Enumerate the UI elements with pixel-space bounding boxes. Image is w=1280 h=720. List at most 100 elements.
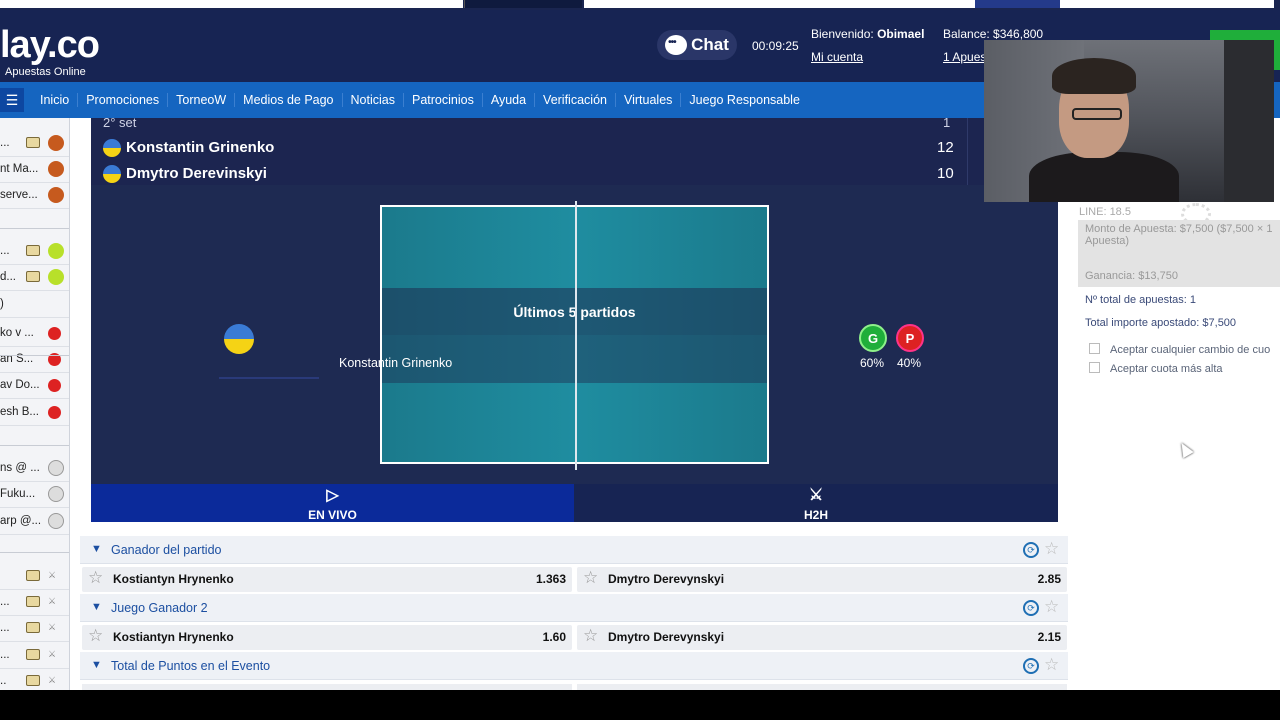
- sidebar-match-label: Fuku...: [0, 488, 36, 500]
- sidebar-match-item[interactable]: ... ⚔: [0, 616, 69, 642]
- tab-live[interactable]: ▷ EN VIVO: [91, 484, 574, 522]
- sidebar-match-label: ko v ...: [0, 327, 34, 339]
- chat-button[interactable]: Chat: [657, 30, 737, 60]
- open-bets-link[interactable]: 1 Apues: [943, 50, 986, 64]
- sidebar-match-item[interactable]: ko v ...: [0, 321, 69, 347]
- sidebar-match-item[interactable]: ...: [0, 239, 69, 265]
- star-icon[interactable]: ☆: [88, 626, 103, 646]
- star-icon[interactable]: ☆: [583, 626, 598, 646]
- sidebar-match-item[interactable]: ... ⚔: [0, 643, 69, 669]
- sidebar-match-item[interactable]: esh B...: [0, 400, 69, 426]
- nav-item-promociones[interactable]: Promociones: [78, 93, 169, 107]
- tennis-ball-icon: [48, 243, 64, 259]
- browser-tab-active[interactable]: [464, 0, 582, 8]
- sidebar-match-label: ...: [0, 596, 10, 608]
- divider: [967, 118, 968, 185]
- live-stream-icon[interactable]: [26, 622, 40, 633]
- refresh-icon[interactable]: ⟳: [1023, 600, 1039, 616]
- webcam-person: [1029, 152, 1179, 202]
- divider: [0, 355, 69, 356]
- nav-item-virtuales[interactable]: Virtuales: [616, 93, 682, 107]
- nav-item-ayuda[interactable]: Ayuda: [483, 93, 536, 107]
- versus-icon: ⚔: [48, 596, 57, 606]
- nav-item-patrocinios[interactable]: Patrocinios: [404, 93, 483, 107]
- bottom-bar: [0, 690, 1280, 720]
- balance-text: Balance: $346,800: [943, 27, 1044, 41]
- versus-icon: ⚔: [48, 675, 57, 685]
- nav-item-verificacion[interactable]: Verificación: [535, 93, 616, 107]
- sidebar-match-label: esh B...: [0, 406, 39, 418]
- star-icon[interactable]: ☆: [1044, 655, 1059, 675]
- sidebar-match-item[interactable]: av Do...: [0, 373, 69, 399]
- sidebar-match-item[interactable]: ): [0, 292, 69, 318]
- market-header[interactable]: ▼ Juego Ganador 2 ⟳ ☆: [80, 594, 1068, 622]
- nav-item-inicio[interactable]: Inicio: [24, 93, 79, 107]
- divider: [0, 445, 69, 446]
- sidebar-match-item[interactable]: ... ⚔: [0, 590, 69, 616]
- sidebar-match-item[interactable]: ⚔: [0, 564, 69, 590]
- nav-item-torneow[interactable]: TorneoW: [168, 93, 236, 107]
- odd-button[interactable]: ☆ Kostiantyn Hrynenko 1.363: [82, 567, 572, 592]
- star-icon[interactable]: ☆: [88, 568, 103, 588]
- accept-change-checkbox[interactable]: Aceptar cualquier cambio de cuo: [1089, 343, 1270, 356]
- welcome-text: Bienvenido: Obimael: [811, 27, 924, 41]
- loss-percentage: 40%: [897, 356, 922, 370]
- browser-tab[interactable]: [0, 0, 463, 8]
- checkbox-label: Aceptar cuota más alta: [1110, 363, 1223, 375]
- checkbox-icon[interactable]: [1089, 362, 1100, 373]
- checkbox-icon[interactable]: [1089, 343, 1100, 354]
- tab-label: H2H: [803, 508, 828, 522]
- sidebar-match-item[interactable]: .. ⚔: [0, 669, 69, 690]
- odd-button[interactable]: ☆ Dmytro Derevynskyi 2.85: [577, 567, 1067, 592]
- webcam-person: [1072, 108, 1122, 120]
- versus-icon: ⚔: [48, 622, 57, 632]
- odds-row: ☆ Kostiantyn Hrynenko 1.60 ☆ Dmytro Dere…: [82, 623, 1068, 651]
- sidebar-match-item[interactable]: Fuku...: [0, 482, 69, 508]
- sidebar-match-label: ...: [0, 137, 10, 149]
- live-stream-icon[interactable]: [26, 675, 40, 686]
- live-stream-icon[interactable]: [26, 596, 40, 607]
- sidebar-match-item[interactable]: ns @ ...: [0, 456, 69, 482]
- live-stream-icon[interactable]: [26, 570, 40, 581]
- baseball-icon: [48, 460, 64, 476]
- sidebar-match-label: ...: [0, 649, 10, 661]
- odd-name: Kostiantyn Hrynenko: [113, 572, 234, 586]
- ukraine-flag-icon: [103, 165, 121, 183]
- star-icon[interactable]: ☆: [1044, 539, 1059, 559]
- hamburger-menu-icon[interactable]: ☰: [0, 88, 24, 112]
- odd-button[interactable]: ☆ Dmytro Derevynskyi 2.15: [577, 625, 1067, 650]
- market-title: Total de Puntos en el Evento: [111, 659, 271, 673]
- sidebar-match-item[interactable]: nt Ma...: [0, 157, 69, 183]
- live-stream-icon[interactable]: [26, 245, 40, 256]
- match-tracker: Últimos 5 partidos Konstantin Grinenko G…: [91, 185, 1058, 484]
- refresh-icon[interactable]: ⟳: [1023, 542, 1039, 558]
- market-header[interactable]: ▼ Total de Puntos en el Evento ⟳ ☆: [80, 652, 1068, 680]
- sidebar-match-item[interactable]: d...: [0, 265, 69, 291]
- sidebar-match-item[interactable]: serve...: [0, 183, 69, 209]
- live-stream-icon[interactable]: [26, 137, 40, 148]
- player-name: Dmytro Derevinskyi: [126, 165, 267, 182]
- live-stream-icon[interactable]: [26, 271, 40, 282]
- sidebar-match-item[interactable]: an S...: [0, 347, 69, 373]
- browser-tab[interactable]: [584, 0, 1274, 8]
- star-icon[interactable]: ☆: [1044, 597, 1059, 617]
- webcam-person: [1052, 58, 1136, 94]
- accept-higher-checkbox[interactable]: Aceptar cuota más alta: [1089, 362, 1223, 375]
- odd-button[interactable]: ☆ Kostiantyn Hrynenko 1.60: [82, 625, 572, 650]
- star-icon[interactable]: ☆: [583, 568, 598, 588]
- nav-item-juego-responsable[interactable]: Juego Responsable: [681, 93, 808, 107]
- market-header[interactable]: ▼ Ganador del partido ⟳ ☆: [80, 536, 1068, 564]
- set-label: 2° set: [103, 115, 137, 130]
- bet-amount: Monto de Apuesta: $7,500 ($7,500 × 1 Apu…: [1085, 223, 1273, 247]
- my-account-link[interactable]: Mi cuenta: [811, 50, 863, 64]
- live-stream-icon[interactable]: [26, 649, 40, 660]
- nav-item-medios-de-pago[interactable]: Medios de Pago: [235, 93, 343, 107]
- sidebar-match-item[interactable]: arp @...: [0, 509, 69, 535]
- odd-value: 1.60: [542, 630, 566, 644]
- sidebar-match-item[interactable]: ...: [0, 131, 69, 157]
- site-logo[interactable]: lay.co: [0, 24, 100, 67]
- nav-item-noticias[interactable]: Noticias: [343, 93, 404, 107]
- refresh-icon[interactable]: ⟳: [1023, 658, 1039, 674]
- tab-h2h[interactable]: ⚔ H2H: [574, 484, 1058, 522]
- player-score: 12: [937, 139, 954, 156]
